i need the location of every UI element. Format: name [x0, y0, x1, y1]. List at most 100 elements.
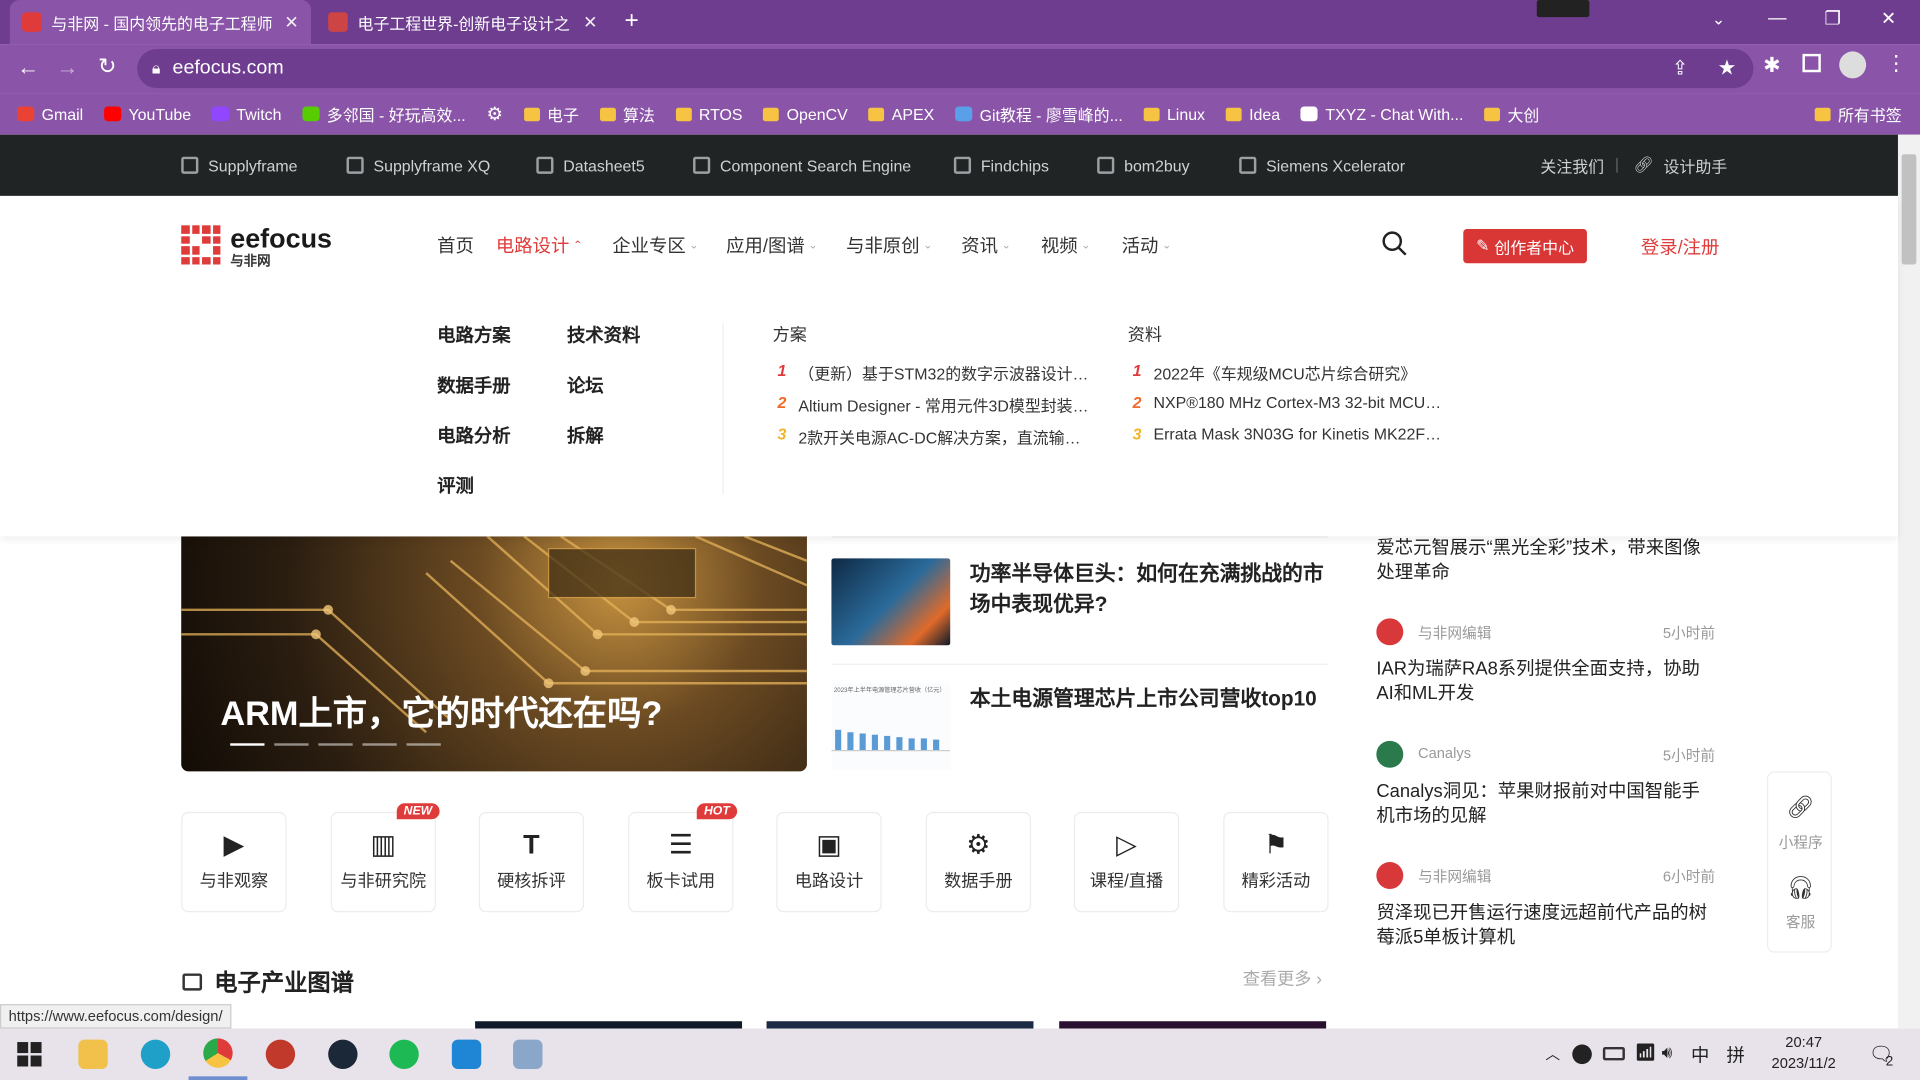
news-author[interactable]: 与非网编辑 [1418, 866, 1491, 887]
carousel-dot[interactable] [318, 743, 353, 746]
headset-icon[interactable]: 🎧︎ [1768, 876, 1833, 902]
share-icon[interactable]: ⇪ [1672, 56, 1688, 80]
design-assistant-link[interactable]: 🔗︎ 设计助手 [1633, 135, 1727, 196]
wifi-icon[interactable]: 📶︎ [1635, 1042, 1657, 1063]
quick-entry[interactable]: ☰ 板卡试用 HOT [628, 803, 738, 913]
bookmark-item[interactable]: OpenCV [763, 105, 848, 123]
feature-banner[interactable]: ARM上市，它的时代还在吗? [181, 536, 807, 772]
page-scrollbar[interactable] [1897, 134, 1920, 1029]
nav-item[interactable]: 视频 ⌄ [1041, 233, 1091, 259]
ranked-item[interactable]: （更新）基于STM32的数字示波器设计（... [798, 361, 1092, 384]
sitebar-link[interactable]: Supplyframe [181, 135, 298, 196]
dropdown-link[interactable]: 数据手册 [437, 372, 510, 398]
maximize-icon[interactable]: ❐ [1825, 7, 1841, 30]
sitebar-link[interactable]: Datasheet5 [536, 135, 645, 196]
sitebar-link[interactable]: Supplyframe XQ [346, 135, 490, 196]
quick-entry[interactable]: ⚙ 数据手册 [925, 811, 1032, 913]
steam-icon[interactable] [313, 1029, 372, 1080]
feature-title[interactable]: ARM上市，它的时代还在吗? [220, 687, 662, 736]
bookmark-item[interactable]: Linux [1143, 105, 1205, 123]
search-icon[interactable] [1381, 230, 1408, 257]
volume-icon[interactable]: 🔊︎ [1662, 1042, 1673, 1063]
carousel-dot[interactable] [274, 743, 309, 746]
quick-entry[interactable]: ▶ 与非观察 [181, 811, 287, 913]
quick-entry[interactable]: ▷ 课程/直播 [1073, 811, 1180, 913]
browser-tab[interactable]: 电子工程世界-创新电子设计之 ✕ [316, 0, 610, 44]
side-panel-icon[interactable] [1802, 53, 1821, 73]
bookmark-item[interactable]: Idea [1225, 105, 1280, 123]
carousel-dot[interactable] [362, 743, 397, 746]
bookmark-item[interactable]: 电子 [523, 102, 579, 125]
quick-entry[interactable]: ▣ 电路设计 [776, 811, 882, 913]
nav-item[interactable]: 应用/图谱 ⌄ [726, 233, 817, 259]
bookmark-item[interactable]: Gmail [17, 105, 83, 123]
dropdown-link[interactable]: 技术资料 [567, 322, 640, 348]
nav-item[interactable]: 首页 [437, 233, 474, 259]
close-window-icon[interactable]: ✕ [1881, 7, 1896, 30]
author-avatar[interactable] [1376, 740, 1404, 768]
dropdown-link[interactable]: 评测 [437, 473, 474, 499]
vscode-icon[interactable] [437, 1029, 496, 1080]
nav-item[interactable]: 资讯 ⌄ [961, 233, 1011, 259]
news-author[interactable]: 与非网编辑 [1418, 622, 1491, 643]
minimize-icon[interactable]: — [1768, 7, 1786, 28]
sitebar-link[interactable]: Findchips [953, 135, 1049, 196]
bookmark-item[interactable]: 算法 [599, 102, 655, 125]
tab-search-icon[interactable]: ⌄ [1712, 10, 1725, 30]
new-tab-icon[interactable]: + [624, 7, 638, 35]
image-viewer-icon[interactable] [498, 1029, 557, 1080]
bookmark-item[interactable]: 大创 [1484, 102, 1539, 125]
sitebar-link[interactable]: Component Search Engine [693, 135, 911, 196]
bookmark-item[interactable]: YouTube [104, 105, 191, 123]
carousel-dot[interactable] [406, 743, 441, 746]
spotify-icon[interactable] [375, 1029, 434, 1080]
article-title[interactable]: 本土电源管理芯片上市公司营收top10 [970, 683, 1325, 714]
quick-entry[interactable]: ⚑ 精彩活动 [1223, 811, 1329, 913]
login-link[interactable]: 登录/注册 [1641, 234, 1720, 260]
app-icon[interactable] [251, 1029, 310, 1080]
dropdown-link[interactable]: 论坛 [567, 372, 604, 398]
qq-icon[interactable] [1572, 1044, 1592, 1065]
carousel-dot-active[interactable] [230, 743, 265, 746]
miniprogram-label[interactable]: 小程序 [1768, 831, 1833, 852]
dropdown-link[interactable]: 电路方案 [437, 322, 510, 348]
close-tab-icon[interactable]: ✕ [284, 12, 298, 33]
bookmark-item[interactable]: ⚙ [486, 103, 502, 125]
service-label[interactable]: 客服 [1768, 911, 1833, 932]
chrome-icon[interactable] [188, 1029, 248, 1080]
creator-center-button[interactable]: ✎ 创作者中心 [1463, 228, 1587, 264]
logo-text[interactable]: eefocus [230, 223, 332, 255]
dropdown-link[interactable]: 电路分析 [437, 422, 510, 448]
dropdown-link[interactable]: 拆解 [567, 422, 604, 448]
back-icon[interactable]: ← [17, 55, 39, 81]
sitebar-link[interactable]: bom2buy [1097, 135, 1190, 196]
windows-start-icon[interactable] [0, 1029, 59, 1080]
quick-entry[interactable]: T 硬核拆评 [478, 811, 585, 913]
reload-icon[interactable]: ↻ [98, 54, 116, 80]
map-card[interactable] [475, 1021, 743, 1029]
close-tab-icon[interactable]: ✕ [583, 12, 597, 33]
ranked-item[interactable]: Errata Mask 3N03G for Kinetis MK22FN1... [1153, 425, 1447, 443]
chart-thumbnail[interactable]: 2023年上半年电源管理芯片营收（亿元） [831, 683, 951, 771]
eefocus-logo-icon[interactable] [181, 225, 221, 265]
bookmark-item[interactable]: Git教程 - 廖雪峰的... [955, 102, 1123, 125]
tray-chevron-icon[interactable]: ︿ [1545, 1043, 1560, 1064]
quick-entry[interactable]: ▥ 与非研究院 NEW [330, 803, 440, 913]
news-author[interactable]: Canalys [1418, 744, 1471, 761]
news-title[interactable]: 爱芯元智展示“黑光全彩”技术，带来图像处理革命 [1376, 536, 1713, 585]
forward-icon[interactable]: → [56, 55, 78, 81]
news-title[interactable]: Canalys洞见：苹果财报前对中国智能手机市场的见解 [1376, 780, 1713, 829]
file-explorer-icon[interactable] [64, 1029, 123, 1080]
news-title[interactable]: 贸泽现已开售运行速度远超前代产品的树莓派5单板计算机 [1376, 901, 1713, 950]
nav-item[interactable]: 活动 ⌄ [1122, 233, 1172, 259]
sitebar-link[interactable]: Siemens Xcelerator [1239, 135, 1405, 196]
author-avatar[interactable] [1376, 618, 1404, 646]
bookmark-item[interactable]: Twitch [211, 105, 282, 123]
all-bookmarks[interactable]: 所有书签 [1814, 102, 1902, 125]
ranked-item[interactable]: 2款开关电源AC-DC解决方案，直流输出D... [798, 425, 1092, 448]
news-title[interactable]: IAR为瑞萨RA8系列提供全面支持，协助AI和ML开发 [1376, 658, 1713, 707]
nav-item[interactable]: 电路设计 ⌃ [496, 233, 582, 259]
address-bar[interactable]: 🔒︎ eefocus.com ⇪ ★ [137, 48, 1754, 89]
star-icon[interactable]: ★ [1718, 56, 1737, 80]
bookmark-item[interactable]: APEX [868, 105, 934, 123]
